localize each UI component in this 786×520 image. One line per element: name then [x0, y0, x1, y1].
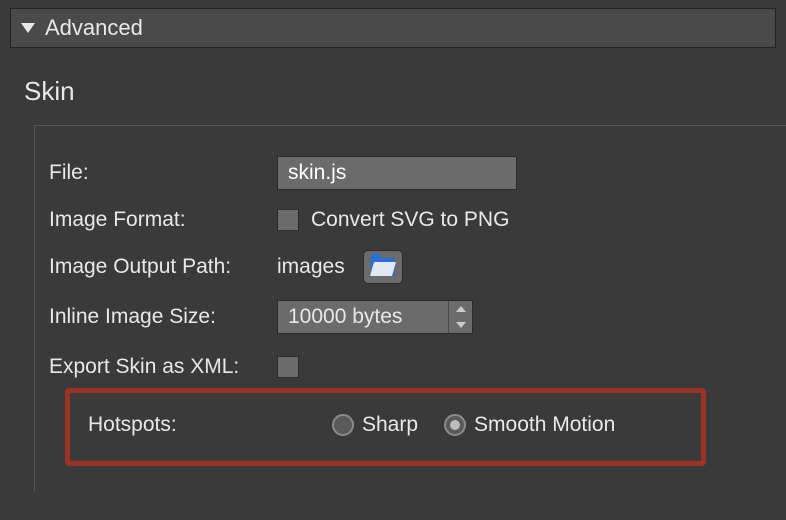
image-output-path-row: Image Output Path: images	[35, 242, 786, 292]
hotspots-label: Hotspots:	[88, 413, 332, 437]
export-xml-row: Export Skin as XML:	[35, 342, 786, 386]
advanced-section-header[interactable]: Advanced	[10, 8, 776, 48]
radio-icon	[332, 414, 354, 436]
hotspots-sharp-label: Sharp	[362, 413, 418, 437]
chevron-up-icon	[456, 306, 466, 312]
spin-down-button[interactable]	[449, 317, 472, 333]
image-format-label: Image Format:	[49, 208, 277, 232]
file-input[interactable]	[277, 156, 517, 190]
hotspots-smooth-option[interactable]: Smooth Motion	[444, 413, 615, 437]
export-xml-label: Export Skin as XML:	[49, 355, 277, 379]
image-format-row: Image Format: Convert SVG to PNG	[35, 198, 786, 242]
folder-icon	[371, 258, 395, 276]
image-output-path-label: Image Output Path:	[49, 255, 277, 279]
convert-svg-checkbox[interactable]	[277, 209, 299, 231]
chevron-down-icon	[456, 322, 466, 328]
inline-image-size-row: Inline Image Size: 10000 bytes	[35, 292, 786, 342]
browse-folder-button[interactable]	[363, 250, 403, 284]
inline-image-size-value: 10000 bytes	[278, 301, 448, 333]
export-xml-checkbox[interactable]	[277, 356, 299, 378]
inline-image-size-label: Inline Image Size:	[49, 305, 277, 329]
file-label: File:	[49, 161, 277, 185]
image-output-path-value: images	[277, 255, 345, 279]
file-row: File:	[35, 148, 786, 198]
hotspots-sharp-option[interactable]: Sharp	[332, 413, 418, 437]
disclosure-triangle-icon	[21, 23, 35, 33]
hotspots-radio-group: Sharp Smooth Motion	[332, 413, 615, 437]
spin-up-button[interactable]	[449, 301, 472, 317]
skin-group-label: Skin	[24, 76, 786, 107]
radio-icon	[444, 414, 466, 436]
spin-arrows	[448, 301, 472, 333]
hotspots-highlight: Hotspots: Sharp Smooth Motion	[65, 388, 706, 466]
hotspots-row: Hotspots: Sharp Smooth Motion	[70, 403, 701, 447]
convert-svg-label: Convert SVG to PNG	[311, 208, 509, 232]
hotspots-smooth-label: Smooth Motion	[474, 413, 615, 437]
section-title: Advanced	[45, 15, 143, 41]
skin-panel: File: Image Format: Convert SVG to PNG I…	[34, 125, 786, 492]
inline-image-size-spinbox[interactable]: 10000 bytes	[277, 300, 473, 334]
